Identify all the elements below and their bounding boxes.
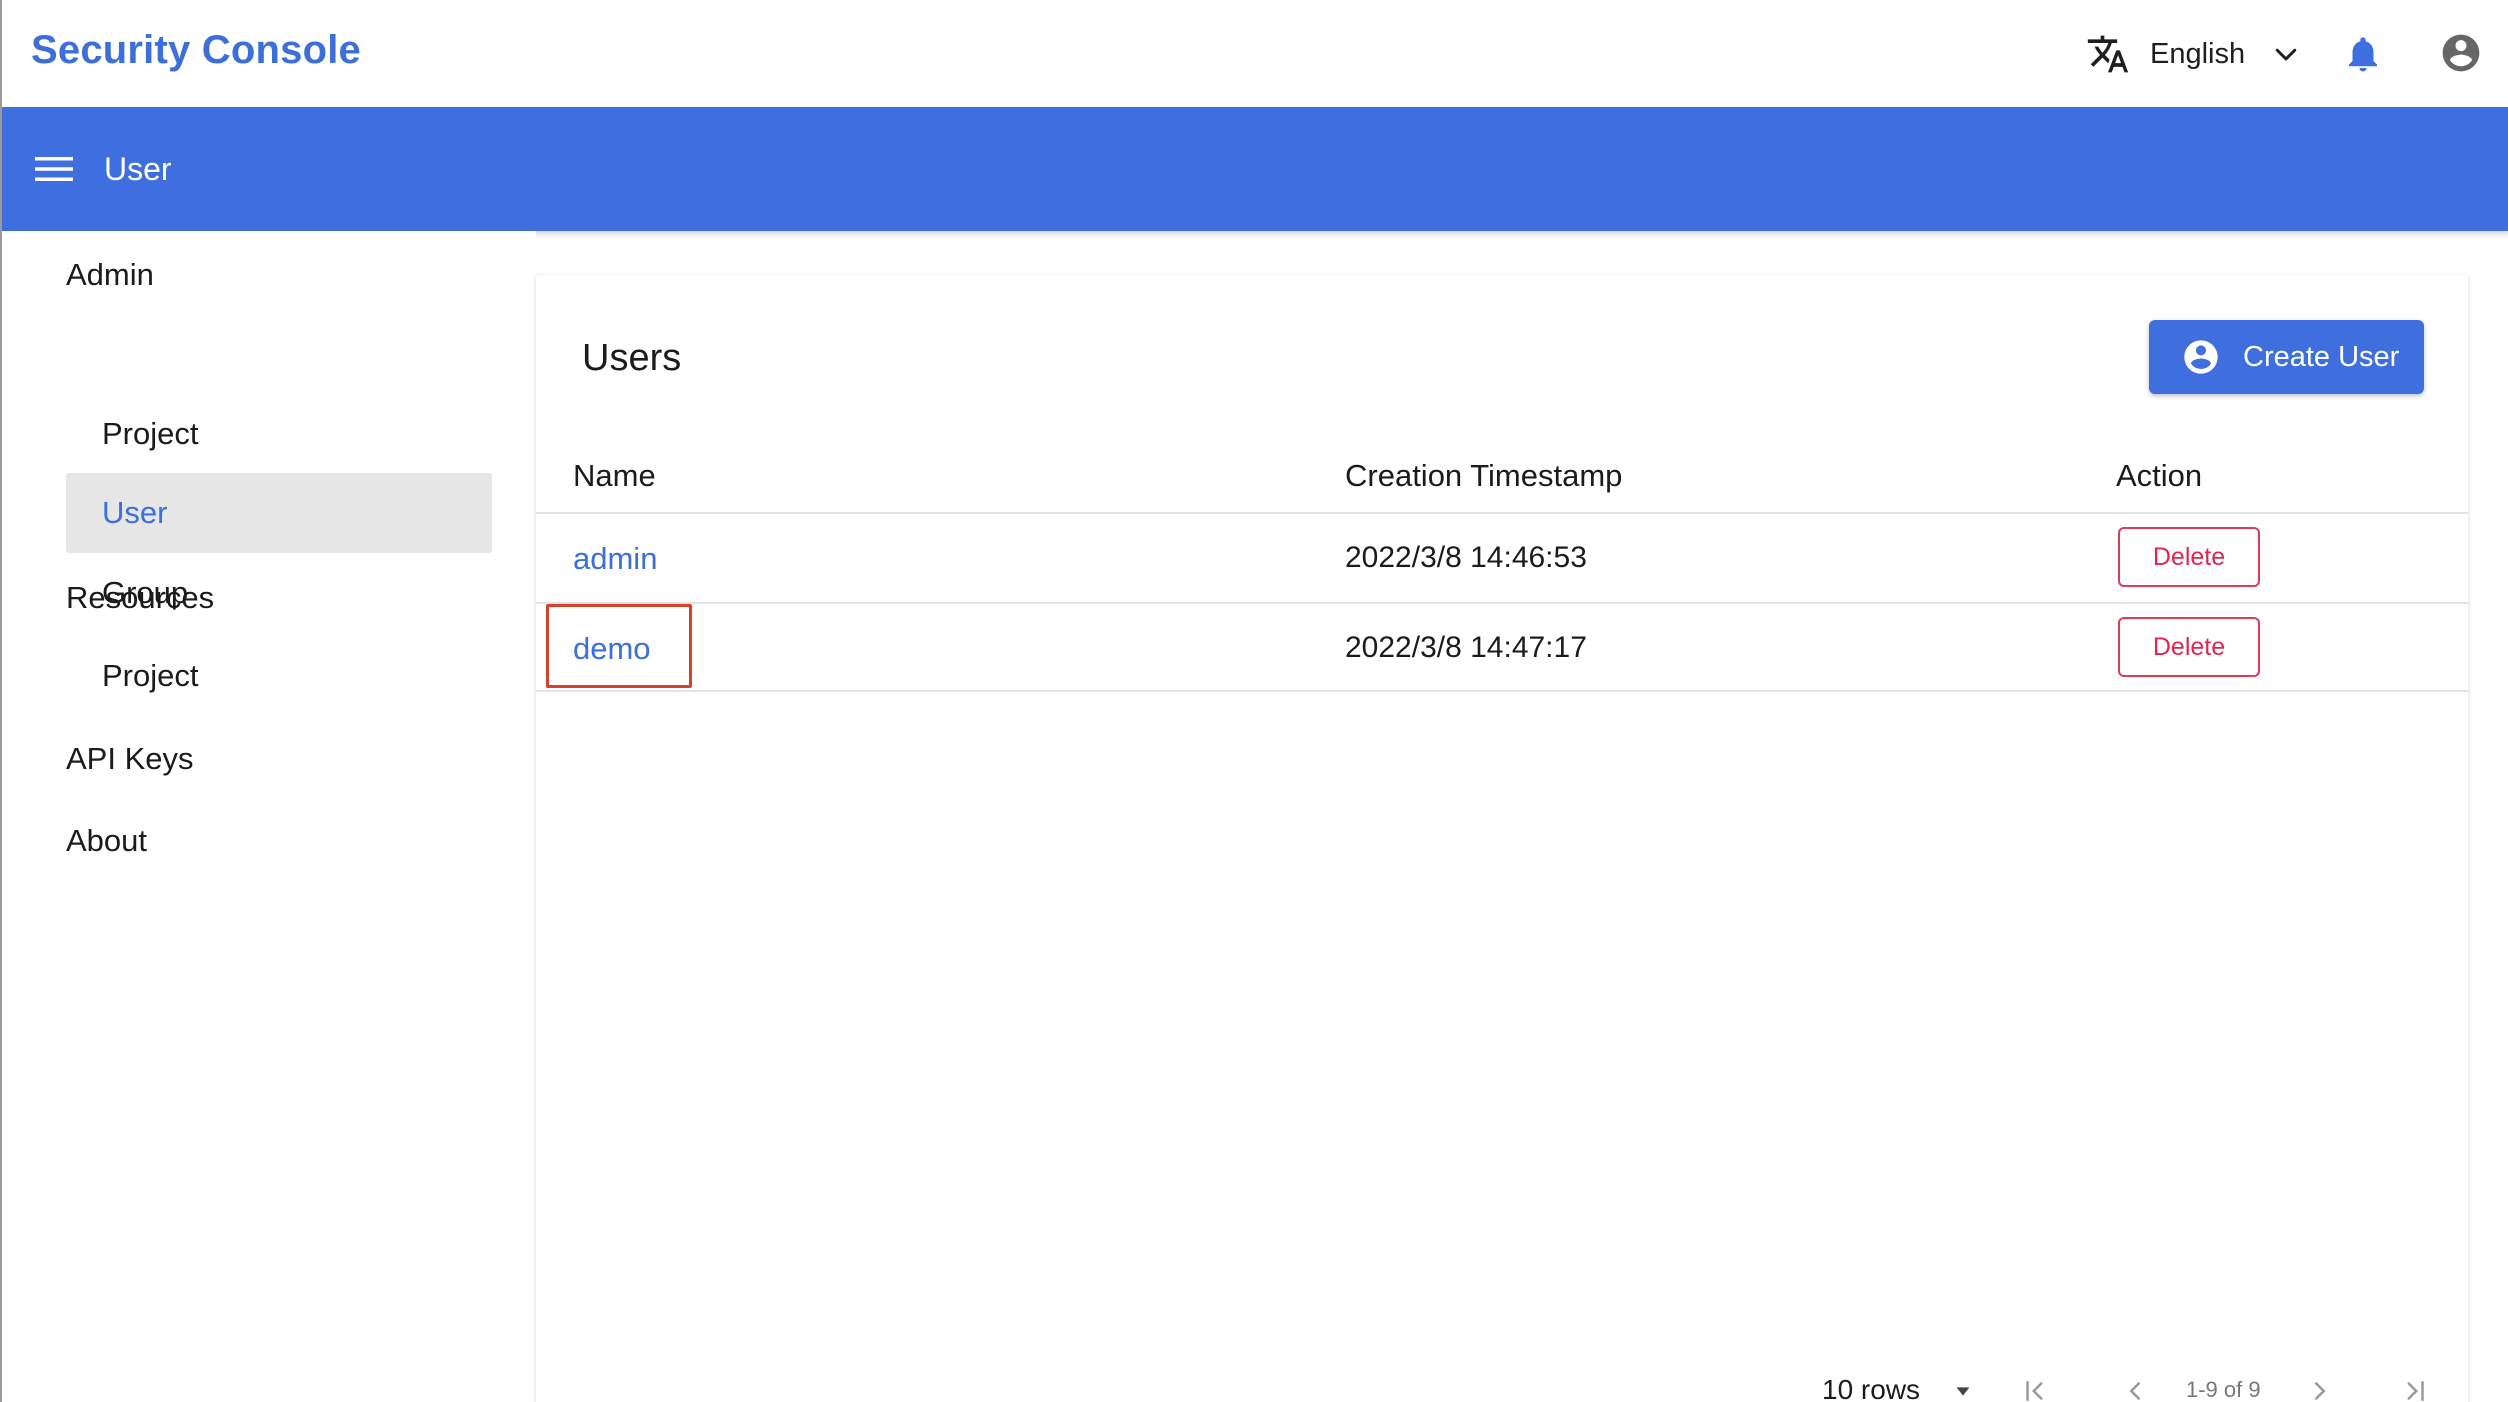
sidebar: Admin Project User Group Resources Proje… xyxy=(2,231,536,1402)
sidebar-item-label: Project xyxy=(102,416,199,451)
create-user-button[interactable]: Create User xyxy=(2149,320,2424,394)
menu-icon[interactable] xyxy=(35,153,73,185)
sidebar-item-label: User xyxy=(102,495,168,530)
user-name-link[interactable]: admin xyxy=(573,541,657,577)
top-header: Security Console English xyxy=(2,0,2508,107)
bell-icon[interactable] xyxy=(2342,32,2384,76)
table-row: demo 2022/3/8 14:47:17 Delete xyxy=(536,602,2468,692)
app-title[interactable]: Security Console xyxy=(31,28,361,73)
sidebar-item-project[interactable]: Project xyxy=(66,394,492,474)
sidebar-section-resources[interactable]: Resources xyxy=(66,580,214,616)
sidebar-item-resources-project[interactable]: Project xyxy=(66,636,492,716)
column-header-name[interactable]: Name xyxy=(573,458,656,494)
column-header-creation-timestamp[interactable]: Creation Timestamp xyxy=(1345,458,1622,494)
creation-timestamp: 2022/3/8 14:46:53 xyxy=(1345,541,1587,574)
sidebar-section-admin[interactable]: Admin xyxy=(66,257,154,293)
page-range: 1-9 of 9 xyxy=(2186,1377,2261,1402)
language-label: English xyxy=(2150,37,2246,70)
next-page-icon[interactable] xyxy=(2305,1376,2335,1402)
translate-icon xyxy=(2087,35,2129,73)
delete-button[interactable]: Delete xyxy=(2118,617,2260,677)
account-circle-icon[interactable] xyxy=(2439,31,2483,75)
pagination: 10 rows 1-9 of 9 xyxy=(536,1374,2468,1402)
app-window: Security Console English User Admin Proj… xyxy=(0,0,2508,1402)
previous-page-icon[interactable] xyxy=(2120,1376,2150,1402)
account-circle-icon xyxy=(2184,340,2218,374)
table-row: admin 2022/3/8 14:46:53 Delete xyxy=(536,512,2468,602)
create-user-label: Create User xyxy=(2243,340,2400,373)
column-header-action: Action xyxy=(2116,458,2203,493)
sidebar-item-label: Project xyxy=(102,658,199,693)
card-title: Users xyxy=(582,337,682,379)
rows-per-page-select[interactable]: 10 rows xyxy=(1822,1374,1920,1402)
last-page-icon[interactable] xyxy=(2400,1376,2430,1402)
user-name-link[interactable]: demo xyxy=(573,631,651,667)
delete-button[interactable]: Delete xyxy=(2118,527,2260,587)
sidebar-section-api-keys[interactable]: API Keys xyxy=(66,741,194,777)
app-bar: User xyxy=(2,107,2508,231)
sidebar-item-user[interactable]: User xyxy=(66,473,492,553)
creation-timestamp: 2022/3/8 14:47:17 xyxy=(1345,631,1587,664)
first-page-icon[interactable] xyxy=(2020,1376,2050,1402)
users-card: Users Create User Name Creation Timestam… xyxy=(536,275,2468,1402)
caret-down-icon[interactable] xyxy=(1952,1380,1974,1402)
sidebar-section-about[interactable]: About xyxy=(66,823,147,859)
language-selector[interactable]: English xyxy=(2086,28,2301,80)
chevron-down-icon xyxy=(2275,48,2297,61)
page-title: User xyxy=(104,151,172,187)
